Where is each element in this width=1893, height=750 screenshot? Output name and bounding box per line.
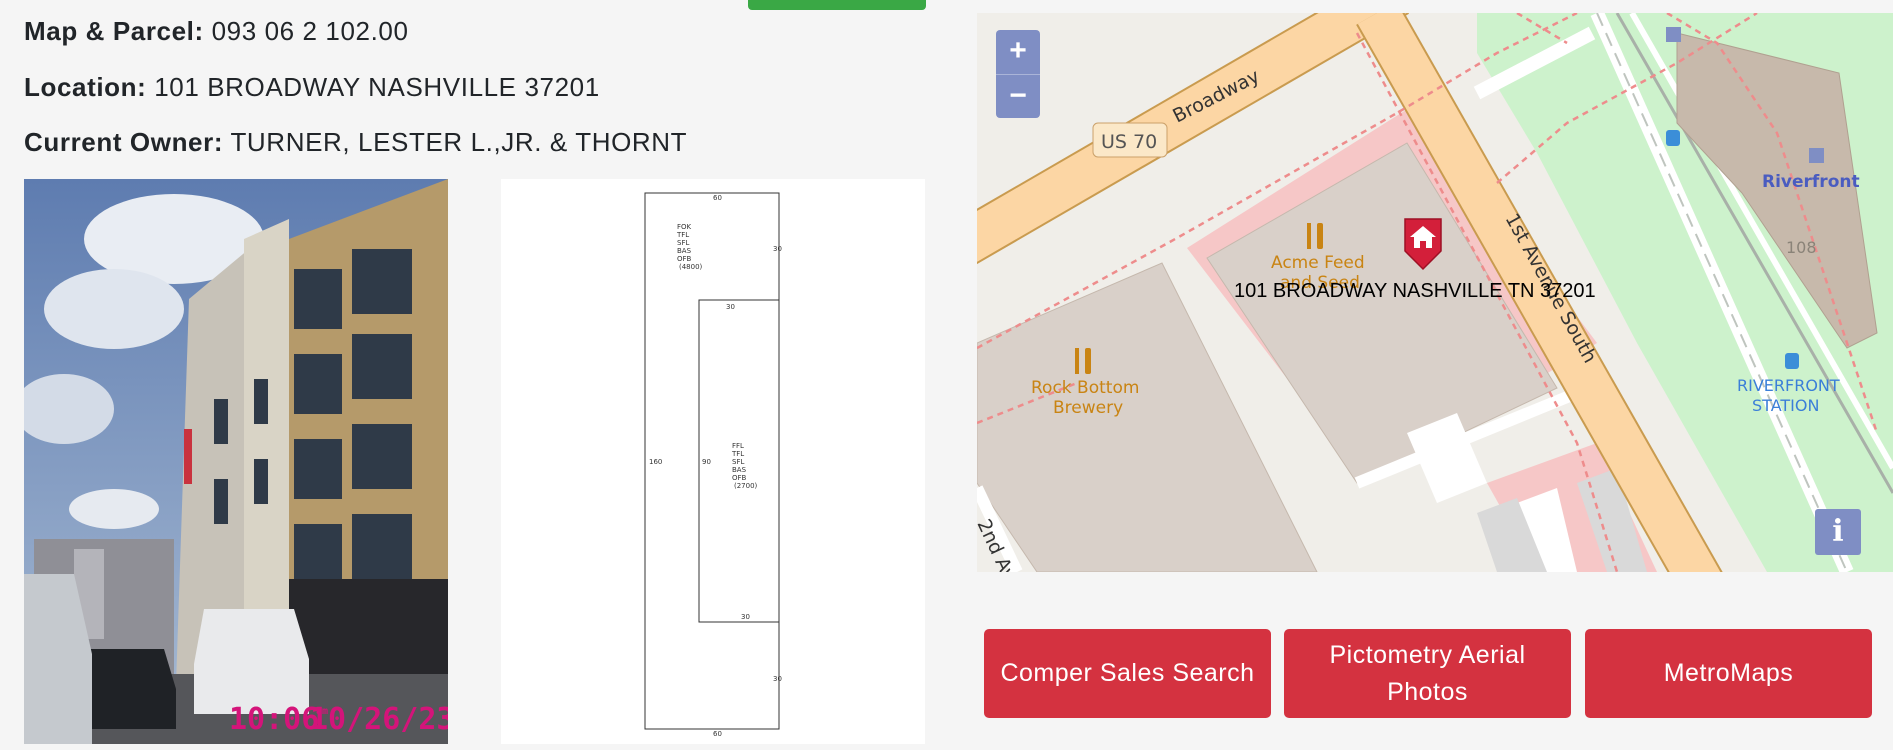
sketch-dim-left: 160 bbox=[649, 458, 662, 466]
zoom-out-button[interactable]: − bbox=[996, 74, 1040, 118]
sketch-code: TFL bbox=[731, 450, 744, 458]
sketch-dim-right-upper: 30 bbox=[773, 245, 782, 253]
comper-sales-search-button[interactable]: Comper Sales Search bbox=[984, 629, 1271, 718]
map-parcel-label: Map & Parcel: bbox=[24, 16, 204, 46]
sketch-dim-inner-top: 30 bbox=[726, 303, 735, 311]
top-action-button[interactable] bbox=[748, 0, 926, 10]
owner-label: Current Owner: bbox=[24, 127, 224, 157]
owner-value: TURNER, LESTER L.,JR. & THORNT bbox=[230, 127, 688, 157]
sketch-outer-outline bbox=[644, 192, 780, 730]
location-map[interactable]: Broadway US 70 1st Avenue South 2nd Av A… bbox=[977, 13, 1893, 572]
sketch-code: SFL bbox=[677, 239, 689, 247]
map-poi-rock-bottom-2: Brewery bbox=[1053, 398, 1123, 418]
sketch-code: FFL bbox=[732, 442, 744, 450]
sketch-dim-top: 60 bbox=[713, 194, 722, 202]
sketch-dim-right-lower: 30 bbox=[773, 675, 782, 683]
sketch-dim-inner-bottom: 30 bbox=[741, 613, 750, 621]
sketch-code: OFB bbox=[732, 474, 747, 482]
zoom-control: + − bbox=[996, 30, 1040, 118]
sketch-dim-bottom: 60 bbox=[713, 730, 722, 738]
map-parcel-value: 093 06 2 102.00 bbox=[211, 16, 409, 46]
zoom-in-button[interactable]: + bbox=[996, 30, 1040, 74]
map-station-1: RIVERFRONT bbox=[1737, 376, 1840, 395]
sketch-code: (4800) bbox=[679, 263, 703, 271]
map-marker-address: 101 BROADWAY NASHVILLE TN 37201 bbox=[1234, 280, 1596, 302]
owner-line: Current Owner: TURNER, LESTER L.,JR. & T… bbox=[24, 127, 687, 158]
sketch-code: SFL bbox=[732, 458, 744, 466]
map-poi-rock-bottom: Rock Bottom bbox=[1031, 378, 1139, 398]
map-info-button[interactable]: i bbox=[1815, 509, 1861, 555]
map-poi-acme: Acme Feed bbox=[1271, 253, 1365, 273]
building-sketch[interactable]: 60 60 160 30 30 90 30 30 FOK TFL SFL BAS… bbox=[501, 179, 925, 744]
property-page: Map & Parcel: 093 06 2 102.00 Location: … bbox=[0, 0, 1893, 750]
sketch-code: OFB bbox=[677, 255, 692, 263]
location-value: 101 BROADWAY NASHVILLE 37201 bbox=[154, 72, 600, 102]
map-station-2: STATION bbox=[1752, 396, 1819, 415]
map-parcel-line: Map & Parcel: 093 06 2 102.00 bbox=[24, 16, 409, 47]
sketch-dim-inner-left: 90 bbox=[702, 458, 711, 466]
map-poi-riverfront: Riverfront bbox=[1762, 172, 1860, 192]
pictometry-aerial-photos-button[interactable]: Pictometry Aerial Photos bbox=[1284, 629, 1571, 718]
location-line: Location: 101 BROADWAY NASHVILLE 37201 bbox=[24, 72, 600, 103]
photo-timestamp-time: 10:06 bbox=[229, 702, 319, 737]
sketch-code: FOK bbox=[677, 223, 692, 231]
sketch-code: (2700) bbox=[734, 482, 758, 490]
photo-timestamp-date: 10/26/23 bbox=[310, 702, 448, 737]
sketch-code: BAS bbox=[732, 466, 747, 474]
sketch-code: TFL bbox=[676, 231, 689, 239]
sketch-code: BAS bbox=[677, 247, 692, 255]
map-route-shield: US 70 bbox=[1101, 131, 1157, 153]
metromaps-button[interactable]: MetroMaps bbox=[1585, 629, 1872, 718]
street-photo[interactable]: 10:06 am 10/26/23 bbox=[24, 179, 448, 744]
map-building-number: 108 bbox=[1786, 238, 1817, 257]
location-label: Location: bbox=[24, 72, 147, 102]
